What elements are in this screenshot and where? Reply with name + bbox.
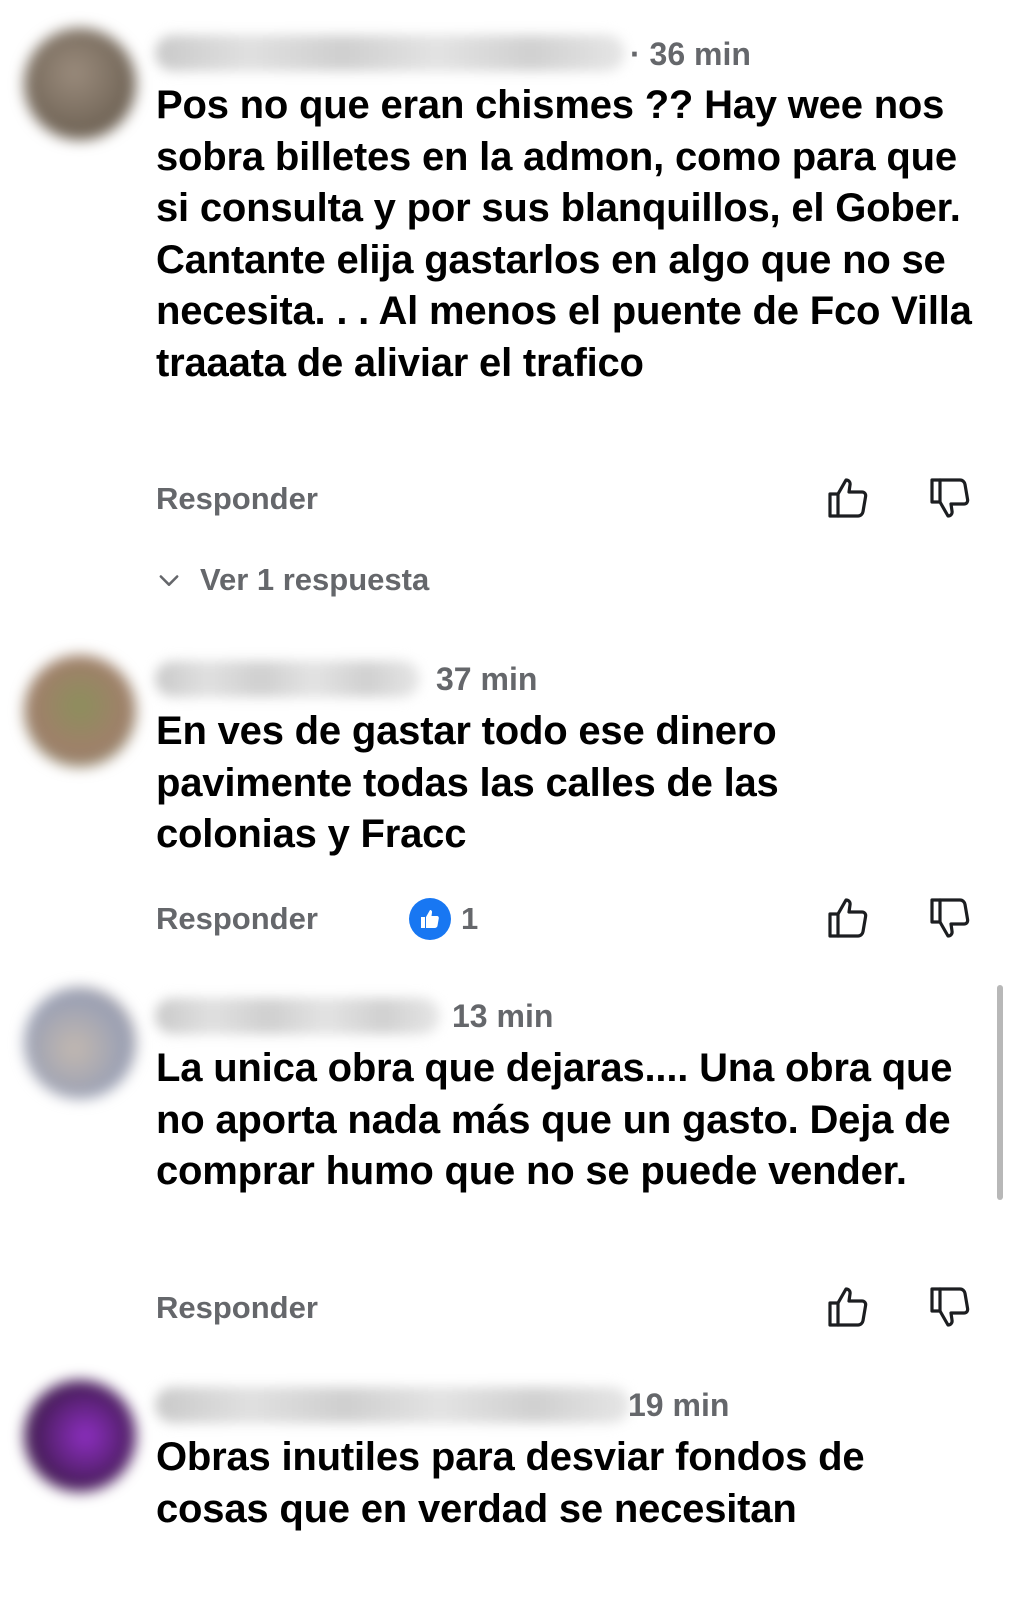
author-name-blurred[interactable] xyxy=(155,661,420,697)
comment-text: Obras inutiles para desviar fondos de co… xyxy=(156,1435,865,1531)
avatar[interactable] xyxy=(24,987,136,1099)
avatar[interactable] xyxy=(24,655,136,767)
like-button[interactable] xyxy=(824,1283,872,1331)
dislike-button[interactable] xyxy=(926,894,974,942)
reply-button[interactable]: Responder xyxy=(156,1290,318,1326)
dislike-button[interactable] xyxy=(926,474,974,522)
comment-time: 37 min xyxy=(436,661,538,697)
avatar[interactable] xyxy=(24,28,136,140)
scrollbar[interactable] xyxy=(997,985,1003,1200)
view-replies-button[interactable]: Ver 1 respuesta xyxy=(155,560,429,600)
author-name-blurred[interactable] xyxy=(155,1387,630,1423)
chevron-down-icon xyxy=(159,575,179,586)
view-replies-label: Ver 1 respuesta xyxy=(200,562,430,597)
comment-time: 19 min xyxy=(628,1387,730,1423)
author-name-blurred[interactable] xyxy=(155,998,440,1034)
author-name-blurred[interactable] xyxy=(155,35,625,71)
comment-text: Pos no que eran chismes ?? Hay wee nos s… xyxy=(156,83,972,385)
like-button[interactable] xyxy=(824,894,872,942)
thumbs-down-icon xyxy=(930,898,970,938)
thumbs-up-icon xyxy=(828,478,868,518)
like-reaction-icon xyxy=(409,898,451,940)
like-button[interactable] xyxy=(824,474,872,522)
comment-time: · 36 min xyxy=(630,36,751,72)
comment-text: La unica obra que dejaras.... Una obra q… xyxy=(156,1046,953,1193)
reply-button[interactable]: Responder xyxy=(156,901,318,937)
thumbs-down-icon xyxy=(930,1287,970,1327)
thumbs-down-icon xyxy=(930,478,970,518)
comment-text: En ves de gastar todo ese dinero pavimen… xyxy=(156,709,779,856)
reaction-summary[interactable]: 1 xyxy=(409,898,478,940)
reaction-count: 1 xyxy=(461,901,479,936)
dislike-button[interactable] xyxy=(926,1283,974,1331)
avatar[interactable] xyxy=(24,1380,136,1492)
comment-time: 13 min xyxy=(452,998,554,1034)
thumbs-up-icon xyxy=(828,898,868,938)
reply-button[interactable]: Responder xyxy=(156,481,318,517)
thumbs-up-icon xyxy=(828,1287,868,1327)
